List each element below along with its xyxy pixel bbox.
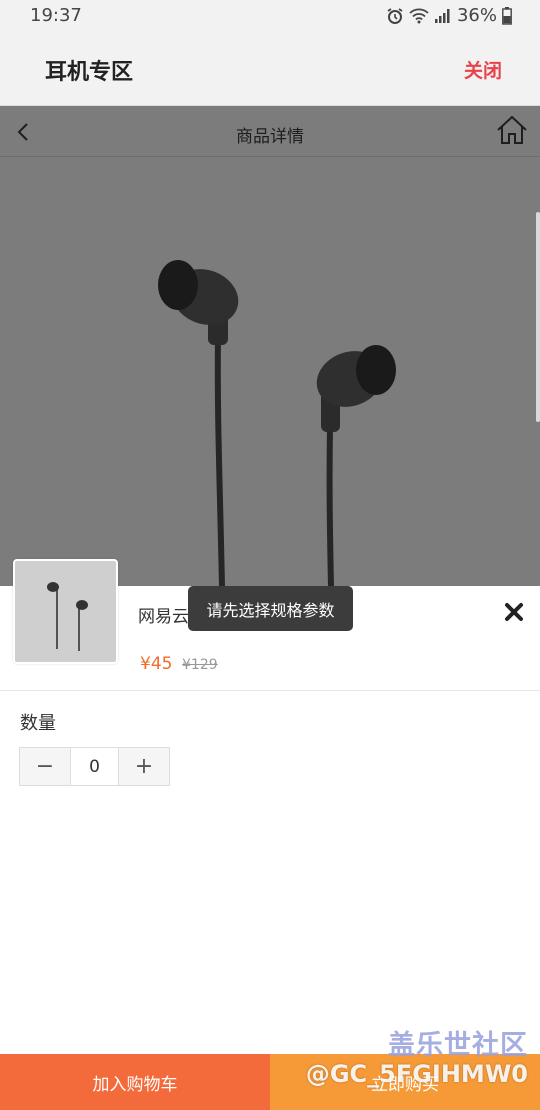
watermark-user: @GC_5FGIHMW0 <box>305 1060 528 1088</box>
status-bar: 19:37 36% <box>0 0 540 32</box>
quantity-stepper: − 0 + <box>19 747 170 786</box>
product-detail-page: 商品详情 <box>0 106 540 586</box>
product-image <box>158 260 396 586</box>
title-bar: 耳机专区 关闭 <box>0 32 540 106</box>
page-title: 耳机专区 <box>45 60 134 85</box>
spec-sheet: 网易云音乐 耳机 标准版 ¥45 ¥129 数量 − 0 + <box>0 559 540 1054</box>
status-icons: 36% <box>386 5 512 26</box>
signal-icon <box>434 8 450 23</box>
quantity-label: 数量 <box>20 713 56 734</box>
earphone-thumbnail-icon <box>47 582 88 651</box>
alarm-icon <box>387 7 403 24</box>
toast-message: 请先选择规格参数 <box>188 586 353 631</box>
original-price: ¥129 <box>182 657 218 673</box>
add-to-cart-button[interactable]: 加入购物车 <box>0 1054 270 1110</box>
battery-icon <box>502 6 512 25</box>
product-nav-title: 商品详情 <box>236 127 304 147</box>
wifi-icon <box>409 8 429 23</box>
product-thumbnail <box>13 559 118 664</box>
quantity-plus-button[interactable]: + <box>119 748 169 785</box>
battery-percent: 36% <box>456 5 497 26</box>
quantity-value[interactable]: 0 <box>70 748 119 785</box>
status-time: 19:37 <box>30 5 82 26</box>
watermark-brand: 盖乐世社区 <box>388 1030 528 1061</box>
home-icon[interactable] <box>496 114 528 146</box>
close-button[interactable]: 关闭 <box>464 56 502 83</box>
close-icon[interactable] <box>502 600 526 624</box>
quantity-minus-button[interactable]: − <box>20 748 70 785</box>
sheet-divider <box>0 690 540 691</box>
current-price: ¥45 <box>140 654 173 674</box>
